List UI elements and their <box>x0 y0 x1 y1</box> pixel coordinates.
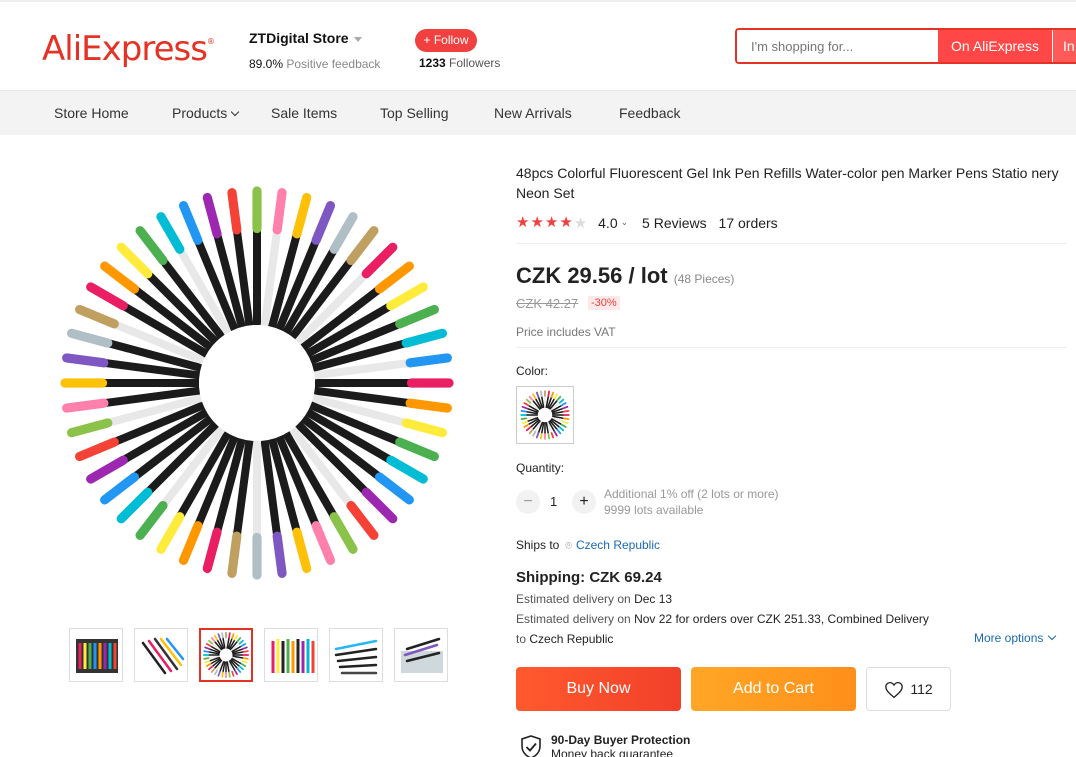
nav-products-label: Products <box>172 105 228 121</box>
divider <box>516 347 1067 348</box>
delivery-date: Nov 22 <box>634 612 673 626</box>
thumbnail-1[interactable] <box>69 628 123 682</box>
shield-check-icon <box>521 735 541 757</box>
vat-note: Price includes VAT <box>516 325 616 339</box>
quantity-note: Additional 1% off (2 lots or more) 9999 l… <box>604 486 779 518</box>
discount-badge: -30% <box>588 296 620 310</box>
thumbnail-4[interactable] <box>264 628 318 682</box>
delivery-prefix: Estimated delivery on <box>516 592 631 606</box>
store-nav: Store Home Products Sale Items Top Selli… <box>0 91 1076 135</box>
heart-icon <box>885 682 904 699</box>
product-main-image[interactable] <box>52 178 462 588</box>
quantity-value[interactable]: 1 <box>550 494 557 509</box>
buy-now-button[interactable]: Buy Now <box>516 667 681 711</box>
product-title: 48pcs Colorful Fluorescent Gel Ink Pen R… <box>516 165 1059 201</box>
rating-row: ★★★★★ 4.0 ⌄ 5 Reviews 17 orders <box>516 213 778 233</box>
store-name-text: ZTDigital Store <box>249 30 349 46</box>
star-rating-icon: ★★★★★ <box>516 214 589 233</box>
nav-products[interactable]: Products <box>172 105 240 121</box>
delivery-country: Czech Republic <box>529 632 614 646</box>
protection-title: 90-Day Buyer Protection <box>551 733 691 747</box>
quantity-increase-button[interactable]: + <box>572 490 596 514</box>
nav-sale-items[interactable]: Sale Items <box>271 105 337 121</box>
thumbnail-image <box>401 637 443 673</box>
thumbnail-2[interactable] <box>134 628 188 682</box>
delivery-estimate-2: Estimated delivery on Nov 22 for orders … <box>516 612 929 626</box>
chevron-down-icon[interactable]: ⌄ <box>621 217 629 227</box>
thumbnail-image <box>202 631 250 679</box>
thumbnail-3-selected[interactable] <box>199 628 253 682</box>
search-bar: On AliExpress In <box>735 28 1076 64</box>
feedback-percent: 89.0% <box>249 57 284 71</box>
follow-button[interactable]: + Follow <box>415 29 477 52</box>
store-name[interactable]: ZTDigital Store <box>249 30 362 46</box>
rating-value[interactable]: 4.0 <box>598 215 617 231</box>
stock-available: 9999 lots available <box>604 503 704 517</box>
ships-to-label: Ships to <box>516 538 560 552</box>
aliexpress-logo[interactable]: AliExpress® <box>42 29 215 69</box>
logo-text: AliExpress <box>42 29 208 69</box>
more-options-link[interactable]: More options <box>974 631 1057 645</box>
thumbnail-6[interactable] <box>394 628 448 682</box>
feedback-label: Positive feedback <box>286 57 381 71</box>
store-feedback: 89.0% Positive feedback <box>249 57 380 71</box>
thumbnail-image <box>141 637 185 675</box>
search-input[interactable] <box>737 30 938 62</box>
quantity-decrease-button[interactable]: − <box>516 490 540 514</box>
thumbnail-5[interactable] <box>329 628 383 682</box>
nav-feedback[interactable]: Feedback <box>619 105 680 121</box>
location-pin-icon: ⌾ <box>565 540 572 552</box>
protection-subtitle: Money back guarantee <box>551 747 674 757</box>
delivery-prefix: to <box>516 632 527 646</box>
wishlist-count: 112 <box>910 681 933 697</box>
search-aliexpress-button[interactable]: On AliExpress <box>938 30 1052 62</box>
nav-new-arrivals[interactable]: New Arrivals <box>494 105 572 121</box>
price-value: CZK 29.56 / lot <box>516 263 668 288</box>
top-bar: AliExpress® ZTDigital Store 89.0% Positi… <box>0 0 1076 91</box>
price: CZK 29.56 / lot (48 Pieces) <box>516 263 734 289</box>
thumbnail-image <box>76 639 118 673</box>
delivery-condition: for orders over CZK 251.33, Combined Del… <box>675 612 929 626</box>
delivery-estimate-1: Estimated delivery on Dec 13 <box>516 592 672 606</box>
followers-label: Followers <box>449 56 501 70</box>
ships-to-country[interactable]: Czech Republic <box>576 538 660 552</box>
followers: 1233 Followers <box>419 56 500 70</box>
followers-count: 1233 <box>419 56 446 70</box>
bulk-discount-note: Additional 1% off (2 lots or more) <box>604 487 779 501</box>
more-options-label: More options <box>974 631 1044 645</box>
chevron-down-icon <box>231 107 240 117</box>
original-price: CZK 42.27 <box>516 296 579 311</box>
shipping-cost: Shipping: CZK 69.24 <box>516 569 662 586</box>
reviews-link[interactable]: 5 Reviews <box>642 215 707 231</box>
search-store-button[interactable]: In <box>1053 30 1076 62</box>
ships-to: Ships to ⌾ Czech Republic <box>516 538 660 553</box>
thumbnail-image <box>334 639 378 675</box>
delivery-date: Dec 13 <box>634 592 673 606</box>
delivery-estimate-3: to Czech Republic <box>516 632 613 646</box>
protection-text: 90-Day Buyer Protection Money back guaran… <box>551 733 690 757</box>
caret-down-icon[interactable] <box>353 36 362 42</box>
orders-count: 17 orders <box>718 214 778 231</box>
nav-top-selling[interactable]: Top Selling <box>380 105 449 121</box>
divider <box>516 243 1067 244</box>
color-swatch[interactable] <box>516 386 574 444</box>
color-swatch-image <box>520 390 570 440</box>
thumbnail-image <box>271 639 315 673</box>
wishlist-button[interactable]: 112 <box>866 667 951 711</box>
add-to-cart-button[interactable]: Add to Cart <box>691 667 856 711</box>
quantity-label: Quantity: <box>516 461 565 475</box>
delivery-prefix: Estimated delivery on <box>516 612 631 626</box>
chevron-down-icon <box>1048 631 1057 641</box>
nav-store-home[interactable]: Store Home <box>54 105 129 121</box>
pieces-count: (48 Pieces) <box>673 272 735 286</box>
color-label: Color: <box>516 364 549 378</box>
